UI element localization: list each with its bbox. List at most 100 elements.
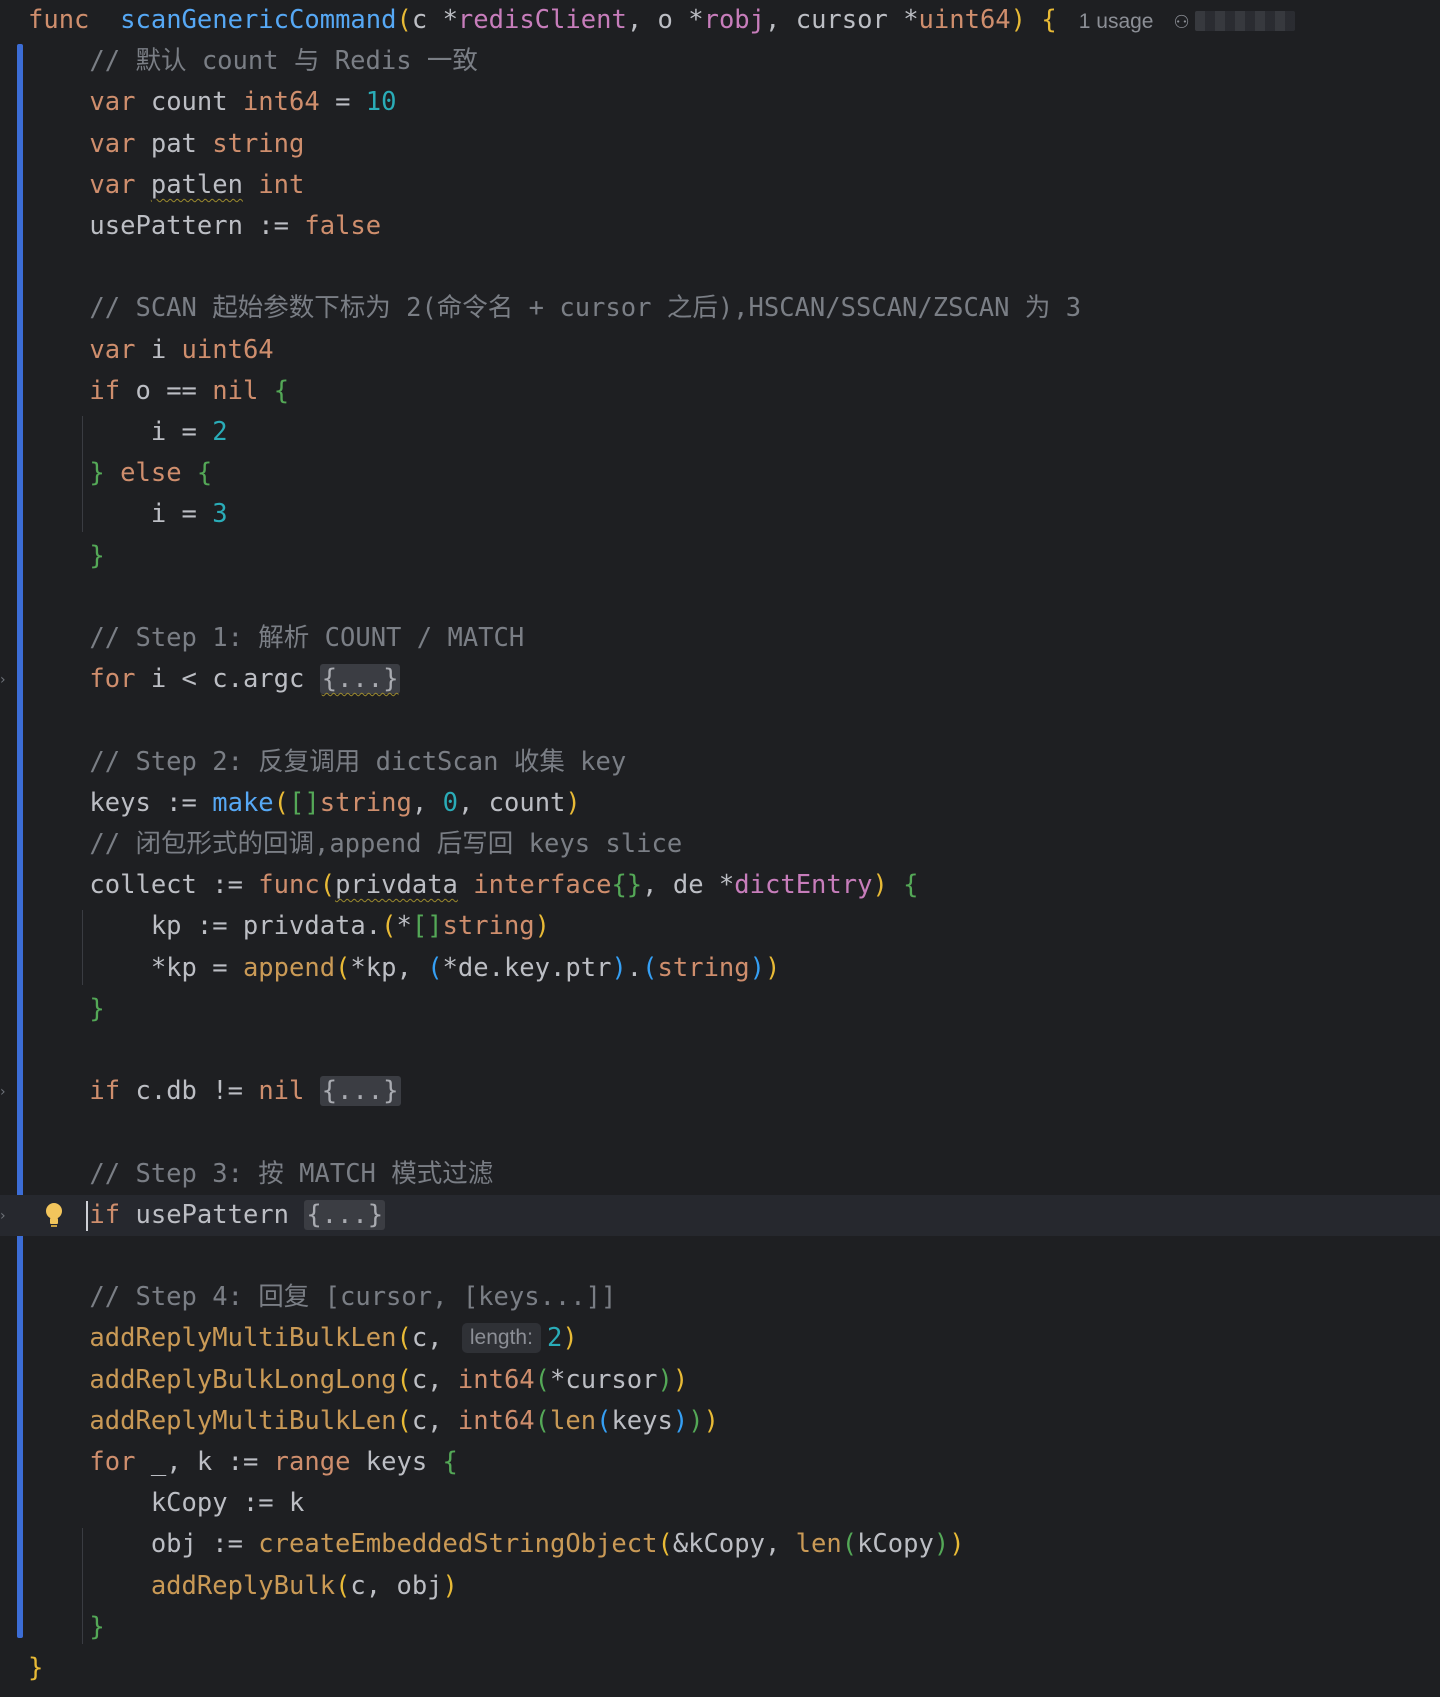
code-token: ( [273,787,290,818]
code-token: ( [534,1405,551,1436]
code-token: nil [258,1076,305,1107]
code-line[interactable] [0,577,1440,618]
code-line[interactable]: kp := privdata.(*[]string) [0,906,1440,947]
code-token: ( [381,911,397,942]
code-line[interactable]: // Step 1: 解析 COUNT / MATCH [0,618,1440,659]
intention-bulb-icon[interactable] [42,1200,66,1230]
code-line[interactable]: var count int64 = 10 [0,82,1440,123]
code-line[interactable] [0,247,1440,288]
code-line[interactable]: if usePattern {...} [0,1194,1440,1236]
code-token: addReplyBulkLongLong [89,1364,397,1395]
author-name-redacted [1195,11,1296,31]
code-token: 2 [546,1323,563,1354]
code-token: func [28,5,90,35]
code-token: uint64 [918,5,1011,35]
fold-expand-icon[interactable]: › [0,1208,10,1224]
code-line[interactable]: // SCAN 起始参数下标为 2(命令名 + cursor 之后),HSCAN… [0,288,1440,329]
code-line[interactable]: } [0,1648,1440,1689]
code-token: var [89,334,136,365]
code-token: i = [28,499,213,530]
code-line[interactable]: var patlen int [0,165,1440,206]
code-token: * [688,5,704,35]
code-line[interactable]: if c.db != nil {...} [0,1071,1440,1112]
folded-region[interactable]: {...} [319,664,401,695]
code-token: *kp, [350,952,428,983]
code-line[interactable]: i = 2 [0,412,1440,453]
code-line[interactable]: var i uint64 [0,330,1440,371]
code-line[interactable]: keys := make([]string, 0, count) [0,783,1440,824]
code-line[interactable] [0,1112,1440,1153]
folded-region[interactable]: {...} [319,1076,401,1107]
folded-region[interactable]: {...} [304,1199,386,1230]
code-line[interactable]: *kp = append(*kp, (*de.key.ptr).(string)… [0,948,1440,989]
code-line[interactable]: i = 3 [0,494,1440,535]
code-line[interactable]: } [0,989,1440,1030]
code-token: ) [1010,5,1027,35]
fold-expand-icon[interactable]: › [0,1084,10,1100]
code-line[interactable] [0,700,1440,741]
code-line[interactable]: // 闭包形式的回调,append 后写回 keys slice [0,824,1440,865]
code-line[interactable]: func scanGenericCommand(c *redisClient, … [0,0,1440,41]
fold-expand-icon[interactable]: › [0,672,10,688]
code-token: { [903,870,919,901]
code-token: , cursor [765,5,904,35]
code-token: int64 [457,1364,535,1395]
code-line[interactable]: kCopy := k [0,1483,1440,1524]
code-token: addReplyMultiBulkLen [89,1323,397,1354]
code-line[interactable]: addReplyMultiBulkLen(c, int64(len(keys))… [0,1401,1440,1442]
code-token: ) [749,952,765,983]
code-line[interactable]: } [0,1607,1440,1648]
code-token: 2 [212,417,228,447]
code-token: ( [657,1529,673,1560]
code-line[interactable]: for _, k := range keys { [0,1442,1440,1483]
code-line[interactable]: } else { [0,453,1440,494]
code-line[interactable]: usePattern := false [0,206,1440,247]
code-token: // Step 2: 反复调用 dictScan 收集 key [89,746,627,777]
code-token: ( [534,1364,551,1395]
code-editor[interactable]: func scanGenericCommand(c *redisClient, … [0,0,1440,1697]
code-token: scanGenericCommand [120,5,397,35]
code-token: } [89,993,105,1024]
usage-count-hint[interactable]: 1 usage [1079,10,1154,33]
code-line[interactable]: // Step 3: 按 MATCH 模式过滤 [0,1154,1440,1195]
code-line[interactable]: obj := createEmbeddedStringObject(&kCopy… [0,1524,1440,1565]
code-token: c, [411,1323,458,1354]
code-line[interactable]: } [0,536,1440,577]
code-token: kCopy := k [28,1488,305,1519]
code-token: ) [562,1323,578,1354]
code-token: int [258,169,305,200]
code-line[interactable]: addReplyBulk(c, obj) [0,1566,1440,1607]
code-line[interactable]: addReplyMultiBulkLen(c, length: 2) [0,1318,1440,1359]
code-token: string [212,128,305,159]
code-token: len [795,1529,842,1560]
code-line[interactable]: // Step 4: 回复 [cursor, [keys...]] [0,1277,1440,1318]
code-line[interactable]: // 默认 count 与 Redis 一致 [0,41,1440,82]
code-line[interactable]: if o == nil { [0,371,1440,412]
code-token: ) [657,1364,673,1395]
code-line[interactable]: var pat string [0,124,1440,165]
code-line[interactable] [0,1030,1440,1071]
code-token: c.db != [120,1076,259,1107]
code-token: , de * [642,870,735,901]
code-line[interactable] [0,1236,1440,1277]
code-line[interactable]: addReplyBulkLongLong(c, int64(*cursor)) [0,1360,1440,1401]
code-token: // Step 3: 按 MATCH 模式过滤 [89,1158,494,1189]
code-line[interactable]: // Step 2: 反复调用 dictScan 收集 key [0,742,1440,783]
code-line[interactable]: collect := func(privdata interface{}, de… [0,865,1440,906]
code-token: nil [212,375,259,406]
code-token: keys := [28,787,213,818]
code-token: ( [396,1323,412,1354]
code-line[interactable]: for i < c.argc {...} [0,659,1440,700]
